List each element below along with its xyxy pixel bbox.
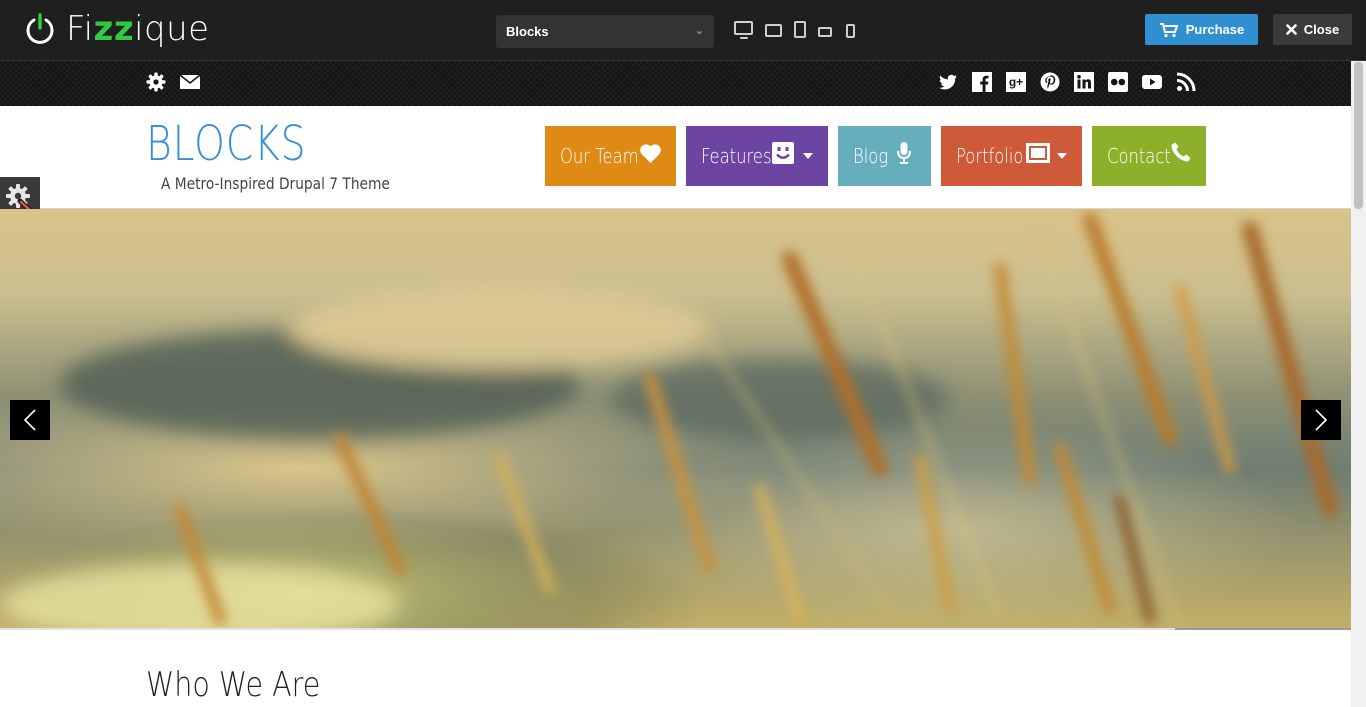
site-tagline: A Metro-Inspired Drupal 7 Theme (161, 174, 390, 193)
tablet-landscape-icon (765, 24, 782, 37)
device-switcher (734, 21, 863, 41)
slider-prev-button[interactable] (10, 400, 50, 440)
picture-icon (1026, 143, 1050, 163)
heart-icon (640, 144, 661, 163)
site-header: BLOCKS A Metro-Inspired Drupal 7 Theme O… (0, 106, 1351, 209)
linkedin-icon (1074, 72, 1094, 92)
power-icon (26, 13, 54, 44)
close-label: Close (1303, 22, 1340, 37)
google-plus-icon: g+ (1006, 72, 1026, 92)
slider-progress-fill (0, 628, 1176, 630)
chevron-down-icon (803, 153, 813, 159)
flickr-link[interactable] (1108, 72, 1128, 92)
smile-icon (772, 142, 794, 164)
hero-slider (0, 209, 1351, 629)
nav-blog[interactable]: Blog (838, 126, 931, 186)
chevron-left-icon (24, 409, 36, 431)
google-plus-link[interactable]: g+ (1006, 72, 1026, 92)
chevron-down-icon (1057, 153, 1067, 159)
scrollbar-thumb[interactable] (1354, 62, 1363, 209)
linkedin-link[interactable] (1074, 72, 1094, 92)
nav-label: Portfolio (956, 144, 1024, 168)
section-heading: Who We Are (146, 665, 321, 705)
flickr-icon (1108, 72, 1128, 92)
page-scrollbar[interactable] (1351, 61, 1366, 707)
slider-progress-bar (0, 628, 1351, 630)
close-icon (1285, 24, 1297, 35)
theme-select[interactable]: Blocks ⌄ (496, 15, 714, 48)
tablet-portrait-view-button[interactable] (792, 21, 812, 41)
nav-label: Blog (853, 144, 889, 168)
phone-portrait-icon (846, 24, 855, 38)
close-button[interactable]: Close (1273, 14, 1352, 45)
brand-name: Fizzique (66, 9, 210, 49)
theme-select-value: Blocks (506, 24, 549, 39)
youtube-link[interactable] (1142, 72, 1162, 92)
brand-logo[interactable]: Fizzique (24, 6, 210, 52)
phone-landscape-icon (818, 27, 832, 37)
chevron-right-icon (1315, 409, 1327, 431)
email-link[interactable] (180, 72, 200, 92)
phone-landscape-view-button[interactable] (818, 21, 838, 41)
twitter-icon (939, 74, 957, 90)
rss-icon (1176, 72, 1196, 92)
tablet-landscape-view-button[interactable] (765, 21, 785, 41)
nav-contact[interactable]: Contact (1092, 126, 1206, 186)
chevron-down-icon: ⌄ (694, 25, 704, 37)
facebook-icon (972, 72, 992, 92)
nav-label: Our Team (560, 144, 639, 168)
desktop-view-button[interactable] (734, 21, 754, 41)
phone-icon (1171, 142, 1191, 162)
cart-icon (1159, 22, 1179, 37)
envelope-icon (180, 74, 200, 89)
twitter-link[interactable] (938, 72, 958, 92)
nav-label: Features (701, 144, 772, 168)
tablet-portrait-icon (794, 21, 806, 38)
purchase-button[interactable]: Purchase (1145, 14, 1258, 45)
nav-features[interactable]: Features (686, 126, 828, 186)
pinterest-icon (1040, 72, 1060, 92)
social-strip: g+ (0, 61, 1351, 106)
purchase-label: Purchase (1185, 22, 1245, 37)
settings-link[interactable] (146, 72, 166, 92)
nav-portfolio[interactable]: Portfolio (941, 126, 1082, 186)
site-title[interactable]: BLOCKS (146, 116, 306, 172)
hero-slide-image (0, 212, 1338, 629)
nav-label: Contact (1107, 144, 1171, 168)
rss-link[interactable] (1176, 72, 1196, 92)
microphone-icon (897, 142, 911, 164)
desktop-icon (734, 21, 753, 35)
pinterest-link[interactable] (1040, 72, 1060, 92)
slider-next-button[interactable] (1301, 400, 1341, 440)
preview-topbar: Fizzique Blocks ⌄ Purchase Close (0, 0, 1366, 61)
nav-our-team[interactable]: Our Team (545, 126, 676, 186)
gear-icon (146, 72, 166, 92)
phone-portrait-view-button[interactable] (843, 21, 863, 41)
facebook-link[interactable] (972, 72, 992, 92)
youtube-icon (1142, 75, 1162, 89)
